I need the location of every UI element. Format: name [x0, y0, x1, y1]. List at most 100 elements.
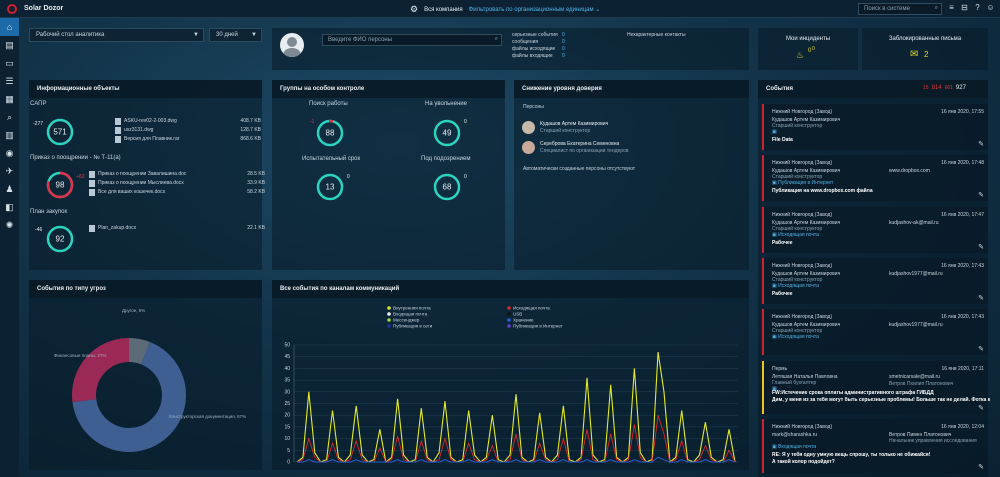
person-search-input[interactable]: Введите ФИО персоны ⌕: [322, 34, 502, 46]
legend-marker[interactable]: [507, 312, 511, 316]
legend-label[interactable]: USB: [513, 312, 522, 317]
chevron-down-icon: ▼: [193, 32, 199, 38]
file-icon: [115, 118, 121, 125]
file-row[interactable]: Приказ о поощрении Завалишина.doc 28.5 KB: [89, 171, 265, 178]
channels-line-chart[interactable]: Внутренняя почта Исходящая почта Входящая …: [272, 300, 749, 470]
legend-marker[interactable]: [507, 318, 511, 322]
edit-icon[interactable]: ✎: [978, 345, 984, 353]
period-select[interactable]: 30 дней ▼: [209, 28, 262, 42]
file-row[interactable]: usz3131.dwg 128.7 KB: [115, 127, 261, 134]
event-place: Пермь: [772, 366, 788, 372]
group-ring[interactable]: 98: [45, 170, 75, 200]
card-icon[interactable]: ▭: [0, 54, 19, 72]
event-date: 16 янв 2020, 17:43: [941, 314, 984, 320]
list-icon[interactable]: ☰: [0, 72, 19, 90]
files-icon[interactable]: ◧: [0, 198, 19, 216]
legend-label[interactable]: Исходящая почта: [513, 306, 550, 311]
users-icon[interactable]: ♟: [0, 180, 19, 198]
group-ring[interactable]: 571: [45, 117, 75, 147]
plane-icon[interactable]: ✈: [0, 162, 19, 180]
edit-icon[interactable]: ✎: [978, 404, 984, 412]
legend-marker[interactable]: [387, 312, 391, 316]
file-icon: [89, 189, 95, 196]
event-tag: ▣ Входящая почта: [772, 444, 817, 450]
file-row[interactable]: Plan_zakup.docx 22.1 KB: [89, 225, 265, 232]
file-icon: [89, 225, 95, 232]
blocked-mail-card[interactable]: Заблокированные письма ✉ 2: [862, 28, 988, 70]
watch-group-ring[interactable]: 88: [315, 118, 345, 148]
company-selector[interactable]: ⚙ Вся компания Фильтровать по организаци…: [410, 4, 600, 15]
search-icon[interactable]: ⌕: [495, 36, 498, 43]
event-card[interactable]: Нижний Новгород (Завод) 16 янв 2020, 17:4…: [762, 258, 988, 304]
event-subject: File Data: [772, 137, 793, 143]
filter-icon[interactable]: ⊟: [960, 3, 969, 13]
legend-label[interactable]: Внутренняя почта: [393, 306, 431, 311]
event-card[interactable]: Нижний Новгород (Завод) 16 янв 2020, 12:0…: [762, 419, 988, 473]
event-date: 16 янв 2020, 17:43: [941, 263, 984, 269]
info-objects-panel: Информационные объекты САПР 571 -277 ASK…: [29, 80, 265, 270]
event-card[interactable]: Пермь 16 янв 2020, 17:11 Летяшая Наталья П…: [762, 361, 990, 414]
file-row[interactable]: Все для ваших кошечек.docx 58.2 KB: [89, 189, 265, 196]
event-card[interactable]: Нижний Новгород (Завод) 16 янв 2020, 17:5…: [762, 104, 988, 150]
legend-label[interactable]: Хранение: [513, 318, 534, 323]
event-tag: ▣ Публикация в Интернет: [772, 180, 834, 186]
legend-label[interactable]: Публикация в Интернет: [513, 324, 563, 329]
event-person[interactable]: mark@sharashka.ru: [772, 432, 817, 438]
edit-icon[interactable]: ✎: [978, 140, 984, 148]
legend-label[interactable]: Публикация в сети: [393, 324, 433, 329]
watch-group-ring[interactable]: 68: [432, 172, 462, 202]
mail-icon: ▣: [772, 129, 777, 135]
menu-icon[interactable]: ≡: [947, 3, 956, 13]
legend-label[interactable]: Входящая почта: [393, 312, 428, 317]
uncharacteristic-contacts[interactable]: Нехарактерные контакты: [627, 32, 686, 38]
event-subject: Публикация на www.dropbox.com файла: [772, 188, 873, 194]
watch-group-ring[interactable]: 13: [315, 172, 345, 202]
watch-group-ring[interactable]: 49: [432, 118, 462, 148]
group-name: Приказ о поощрении - № Т-11(а): [30, 155, 121, 161]
group-ring[interactable]: 92: [45, 224, 75, 254]
home-icon[interactable]: ⌂: [0, 18, 19, 36]
settings-icon[interactable]: ✺: [0, 216, 19, 234]
legend-marker[interactable]: [507, 324, 511, 328]
pie-slice[interactable]: [72, 338, 129, 403]
search-nav-icon[interactable]: ⌕: [0, 108, 19, 126]
search-icon[interactable]: ⌕: [935, 5, 938, 12]
file-row[interactable]: ASKU-rev02-2-003.dwg 408.7 KB: [115, 118, 261, 125]
app-name: Solar Dozor: [24, 5, 64, 12]
event-card[interactable]: Нижний Новгород (Завод) 16 янв 2020, 17:4…: [762, 309, 988, 355]
panel-title: Снижение уровня доверия: [514, 80, 749, 98]
event-role: Главный бухгалтер: [772, 380, 817, 386]
threats-pie-chart[interactable]: Другое, 6% Финансовые планы, 27% Конструкт…: [29, 300, 262, 470]
edit-icon[interactable]: ✎: [978, 243, 984, 251]
pie-label: Другое, 6%: [122, 308, 145, 313]
legend-marker[interactable]: [387, 318, 391, 322]
user-icon[interactable]: ☺: [986, 3, 995, 13]
legend-marker[interactable]: [387, 306, 391, 310]
event-place: Нижний Новгород (Завод): [772, 212, 833, 218]
org-filter-link[interactable]: Фильтровать по организационным единицам …: [469, 6, 601, 13]
file-row[interactable]: Версия для Плавник.rar 868.6 KB: [115, 136, 261, 143]
dashboard-select[interactable]: Рабочий стол аналитика ▼: [29, 28, 204, 42]
file-row[interactable]: Приказ о поощрении Мыслиева.docx 33.9 KB: [89, 180, 265, 187]
legend-marker[interactable]: [507, 306, 511, 310]
logo-icon[interactable]: [7, 4, 17, 14]
contacts-icon[interactable]: ▤: [0, 36, 19, 54]
system-search-input[interactable]: Поиск в системе ⌕: [858, 3, 942, 15]
event-place: Нижний Новгород (Завод): [772, 109, 833, 115]
event-card[interactable]: Нижний Новгород (Завод) 16 янв 2020, 17:4…: [762, 207, 988, 253]
file-icon: [115, 127, 121, 134]
help-icon[interactable]: ?: [973, 3, 982, 13]
incidents-card[interactable]: Мои инциденты ♨ 0 0: [758, 28, 858, 70]
event-date: 16 янв 2020, 17:55: [941, 109, 984, 115]
pie-label: Конструкторская документация, 67%: [169, 414, 246, 419]
edit-icon[interactable]: ✎: [978, 191, 984, 199]
calendar-icon[interactable]: ▦: [0, 90, 19, 108]
spy-icon[interactable]: ◉: [0, 144, 19, 162]
legend-label[interactable]: Мессенджер: [393, 318, 420, 323]
reports-icon[interactable]: ▥: [0, 126, 19, 144]
envelope-icon: ✉: [910, 49, 919, 60]
event-card[interactable]: Нижний Новгород (Завод) 16 янв 2020, 17:4…: [762, 155, 988, 201]
edit-icon[interactable]: ✎: [978, 463, 984, 471]
edit-icon[interactable]: ✎: [978, 294, 984, 302]
legend-marker[interactable]: [387, 324, 391, 328]
